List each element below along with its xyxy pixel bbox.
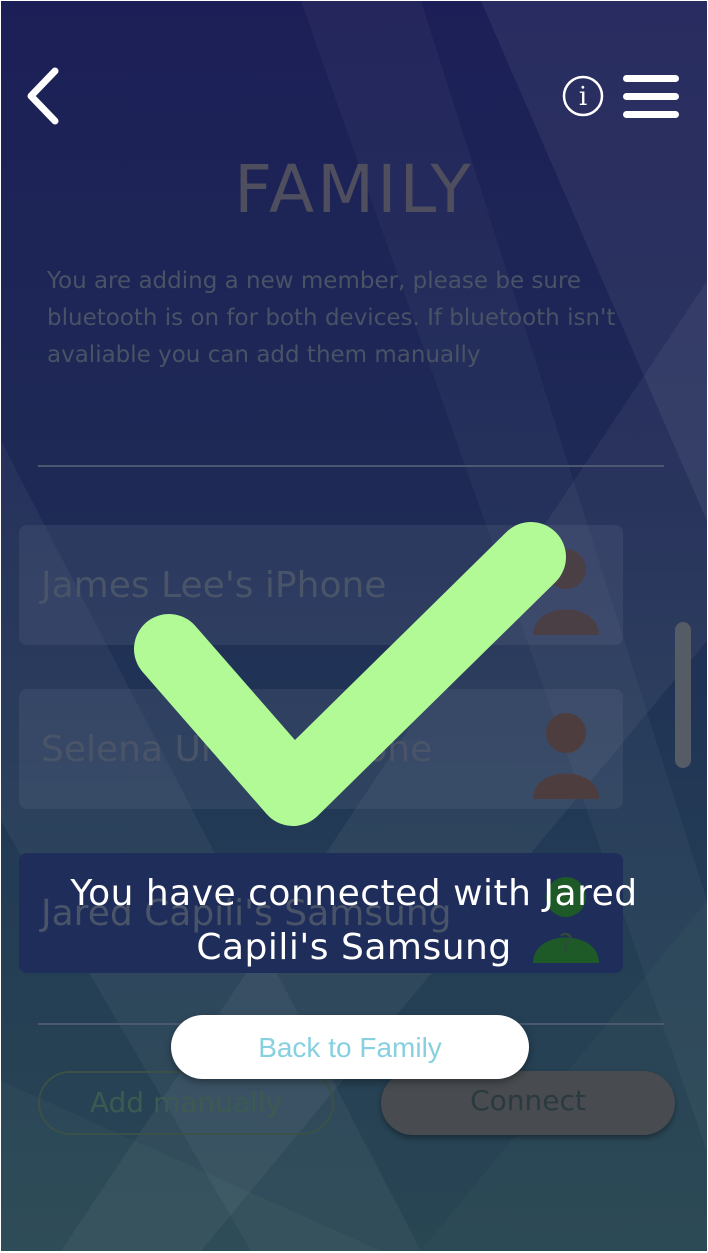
back-to-family-button[interactable]: Back to Family <box>171 1015 529 1079</box>
success-overlay: You have connected with Jared Capili's S… <box>1 1 707 1251</box>
family-screen: i FAMILY You are adding a new member, pl… <box>1 1 707 1251</box>
success-message: You have connected with Jared Capili's S… <box>70 873 638 968</box>
